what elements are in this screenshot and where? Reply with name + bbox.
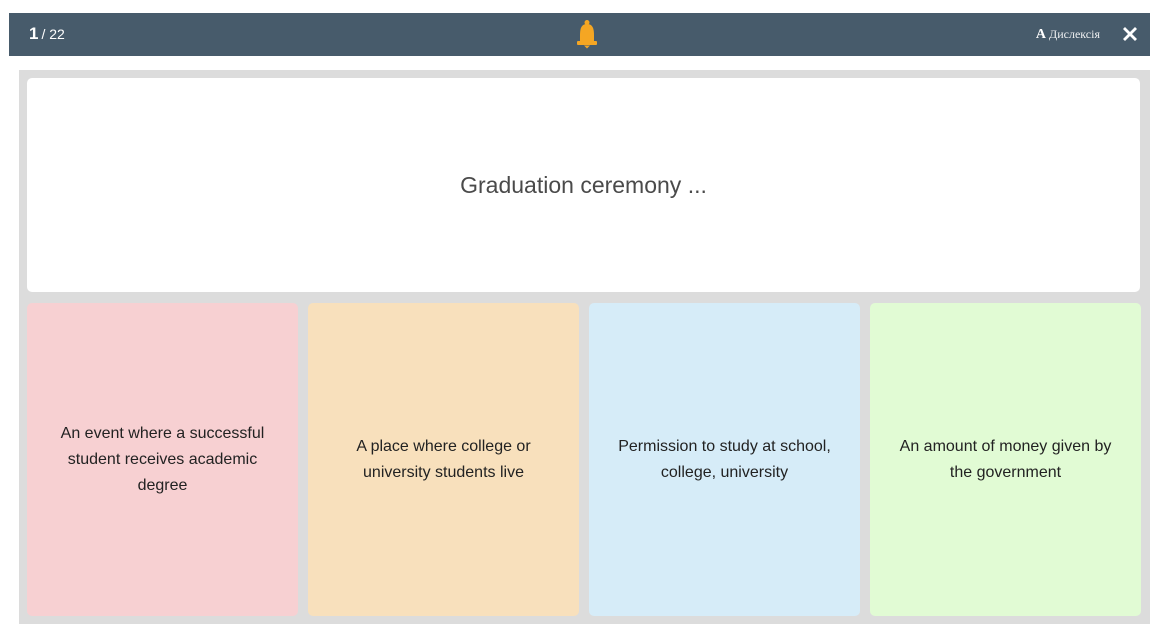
answer-option-2-label: A place where college or university stud… [356,437,531,481]
current-question-number: 1 [29,24,39,43]
question-card: Graduation ceremony ... [27,78,1140,292]
quiz-stage: Graduation ceremony ... An event where a… [19,70,1150,624]
answer-option-1[interactable]: An event where a successful student rece… [27,303,298,616]
answer-option-1-label: An event where a successful student rece… [60,424,265,494]
answer-option-3-label: Permission to study at school, college, … [618,437,831,481]
dyslexia-font-toggle[interactable]: A Дислексія [1036,26,1100,43]
question-counter: 1/ 22 [29,24,65,44]
answer-option-4[interactable]: An amount of money given by the governme… [870,303,1141,616]
total-questions: / 22 [41,26,65,42]
close-icon[interactable] [1118,22,1142,46]
answer-option-4-label: An amount of money given by the governme… [899,437,1112,481]
question-text: Graduation ceremony ... [460,171,707,198]
top-bar: 1/ 22 A Дислексія [9,13,1150,56]
bell-icon[interactable] [574,19,600,49]
answer-option-3[interactable]: Permission to study at school, college, … [589,303,860,616]
font-letter-icon: A [1035,27,1047,42]
dyslexia-label: Дислексія [1049,27,1100,41]
answer-option-2[interactable]: A place where college or university stud… [308,303,579,616]
